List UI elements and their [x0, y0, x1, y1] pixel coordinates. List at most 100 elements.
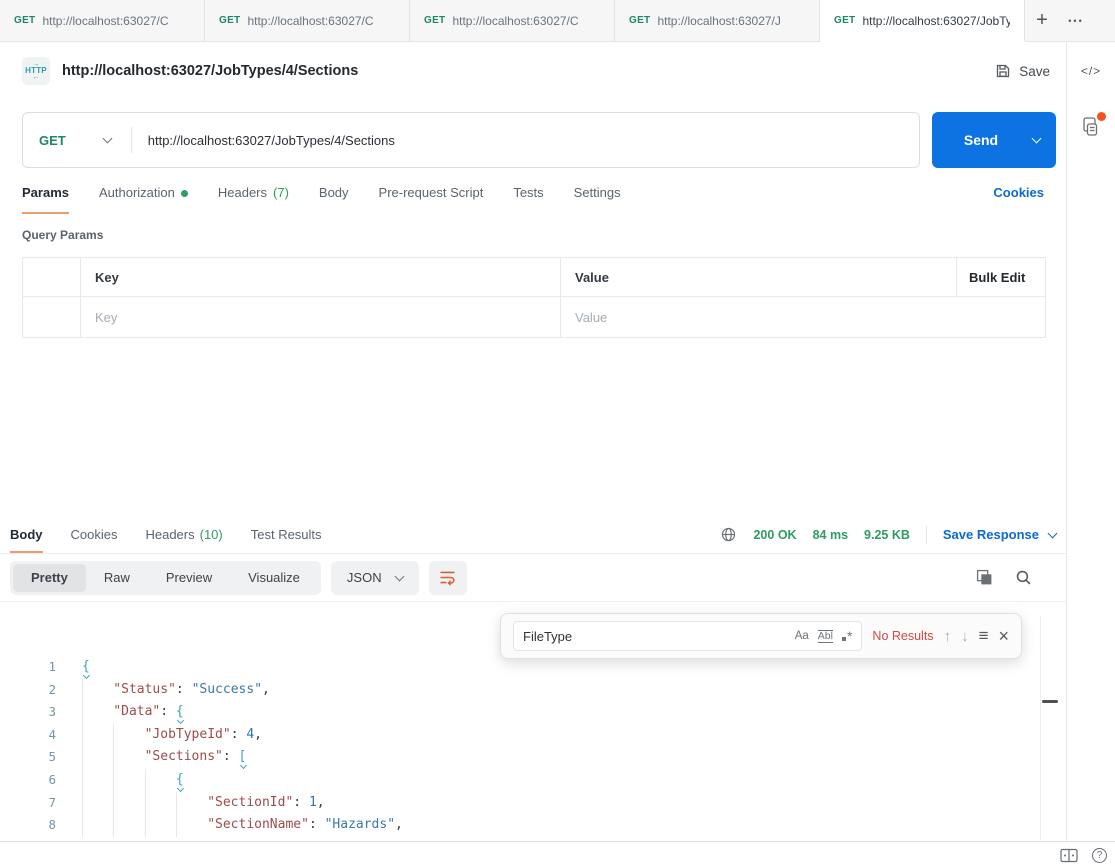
response-header: Body Cookies Headers(10) Test Results 200 O…	[0, 516, 1066, 554]
request-response-splitter[interactable]	[0, 338, 1066, 516]
new-tab-button[interactable]: +	[1025, 9, 1059, 32]
fold-toggle[interactable]: {	[176, 704, 184, 719]
method-dropdown[interactable]: GET	[23, 133, 131, 148]
query-params-heading: Query Params	[22, 228, 1044, 246]
search-icon[interactable]	[1015, 569, 1032, 586]
json-token-num: 1	[309, 795, 317, 810]
tab-label: Pre-request Script	[379, 185, 484, 200]
tab-label: Settings	[574, 185, 621, 200]
cookies-link[interactable]: Cookies	[993, 182, 1044, 214]
response-tab-cookies[interactable]: Cookies	[71, 516, 118, 553]
line-number: 4	[0, 724, 56, 747]
json-token-key: "Sections"	[145, 749, 223, 764]
json-token-punc: :	[176, 682, 192, 697]
request-method-badge: GET	[14, 15, 35, 26]
arrow-left-icon: ←	[33, 75, 40, 80]
tab-label: Test Results	[251, 527, 322, 542]
comments-icon[interactable]	[1081, 116, 1101, 141]
line-content: "SectionId": 1,	[82, 792, 1066, 815]
request-tab-pre-request-script[interactable]: Pre-request Script	[379, 182, 484, 214]
request-tab-body[interactable]: Body	[319, 182, 349, 214]
code-line: 6{	[0, 769, 1066, 792]
wrap-lines-button[interactable]	[429, 561, 467, 595]
two-pane-layout-icon[interactable]	[1060, 848, 1078, 863]
param-key-input[interactable]	[95, 310, 537, 325]
scrollbar-thumb[interactable]	[1042, 700, 1058, 703]
send-options-chevron-icon[interactable]	[1032, 134, 1042, 144]
line-number: 7	[0, 792, 56, 815]
json-token-str: "Success"	[192, 682, 262, 697]
param-value-input[interactable]	[575, 310, 1022, 325]
fold-toggle[interactable]: {	[176, 772, 184, 787]
format-label: JSON	[347, 570, 382, 585]
response-tab-body[interactable]: Body	[10, 516, 43, 553]
fold-toggle[interactable]: [	[239, 749, 247, 764]
indent-guide	[113, 746, 114, 769]
status-badge: 200 OK	[753, 528, 796, 542]
previous-match-icon[interactable]: ↑	[944, 628, 952, 645]
tab-label: Body	[319, 185, 349, 200]
globe-icon[interactable]	[720, 526, 737, 543]
indent-guide	[176, 792, 177, 815]
response-tab-test-results[interactable]: Test Results	[251, 516, 322, 553]
request-tab-headers[interactable]: Headers(7)	[218, 182, 289, 214]
chevron-down-icon	[102, 134, 112, 144]
help-icon[interactable]: ?	[1092, 848, 1107, 863]
code-snippet-icon[interactable]: </>	[1081, 64, 1101, 78]
tab-label: Headers	[145, 527, 194, 542]
view-mode-visualize[interactable]: Visualize	[230, 564, 318, 592]
copy-icon[interactable]	[976, 569, 993, 586]
format-dropdown[interactable]: JSON	[331, 561, 419, 595]
request-tab-authorization[interactable]: Authorization	[99, 182, 188, 214]
view-mode-raw[interactable]: Raw	[86, 564, 148, 592]
send-button[interactable]: Send	[932, 112, 1056, 168]
json-token-punc: ,	[317, 795, 325, 810]
indent-guide	[145, 814, 146, 837]
json-token-punc: ,	[395, 817, 403, 832]
code-line: 1{	[0, 656, 1066, 679]
search-input[interactable]	[523, 629, 786, 644]
whole-word-toggle-icon[interactable]: Abl	[818, 630, 833, 643]
regex-toggle-icon[interactable]: *	[842, 628, 852, 644]
json-token-key: "Status"	[113, 682, 176, 697]
request-url-box: GET	[22, 112, 920, 168]
save-button[interactable]: Save	[995, 63, 1050, 79]
indent-guide	[113, 792, 114, 815]
request-config-tabs: Params Authorization Headers(7) Body Pre-req…	[22, 182, 1044, 214]
request-method-badge: GET	[629, 15, 650, 26]
workspace-tab[interactable]: GEThttp://localhost:63027/C	[410, 0, 615, 41]
indent-guide	[113, 724, 114, 747]
save-response-button[interactable]: Save Response	[943, 527, 1056, 542]
more-actions-button[interactable]: •••	[1059, 16, 1093, 26]
tab-url: http://localhost:63027/C	[247, 14, 373, 28]
match-case-toggle-icon[interactable]: Aa	[795, 630, 809, 642]
authorized-dot	[181, 190, 188, 197]
request-tab-settings[interactable]: Settings	[574, 182, 621, 214]
response-tab-headers[interactable]: Headers(10)	[145, 516, 222, 553]
close-search-icon[interactable]: ×	[998, 629, 1009, 643]
indent-guide	[113, 769, 114, 792]
response-tools	[976, 569, 1056, 586]
workspace-tab[interactable]: GEThttp://localhost:63027/C	[205, 0, 410, 41]
request-tab-params[interactable]: Params	[22, 182, 69, 214]
request-tab-tests[interactable]: Tests	[513, 182, 543, 214]
indent-guide	[113, 814, 114, 837]
request-title: http://localhost:63027/JobTypes/4/Sectio…	[62, 63, 358, 79]
url-input[interactable]	[132, 133, 919, 148]
chevron-down-icon	[1048, 528, 1058, 538]
view-mode-preview[interactable]: Preview	[148, 564, 230, 592]
fold-toggle[interactable]: {	[82, 659, 90, 674]
tab-label: Params	[22, 185, 69, 200]
workspace-tab[interactable]: GET http://localhost:63027/C	[0, 0, 205, 41]
bulk-edit-button[interactable]: Bulk Edit	[957, 258, 1046, 297]
tab-url: http://localhost:63027/C	[42, 14, 168, 28]
workspace-tab[interactable]: GEThttp://localhost:63027/JobTypes/4/Sec…	[820, 0, 1025, 41]
workspace-tab[interactable]: GET http://localhost:63027/J	[615, 0, 820, 41]
view-mode-pretty[interactable]: Pretty	[13, 564, 86, 592]
search-options-icon[interactable]: ≡	[979, 626, 989, 646]
line-content: "Data": {	[82, 701, 1066, 724]
json-token-str: "Hazards"	[325, 817, 395, 832]
tab-url: http://localhost:63027/J	[657, 14, 780, 28]
next-match-icon[interactable]: ↓	[961, 628, 969, 645]
tab-label: Tests	[513, 185, 543, 200]
